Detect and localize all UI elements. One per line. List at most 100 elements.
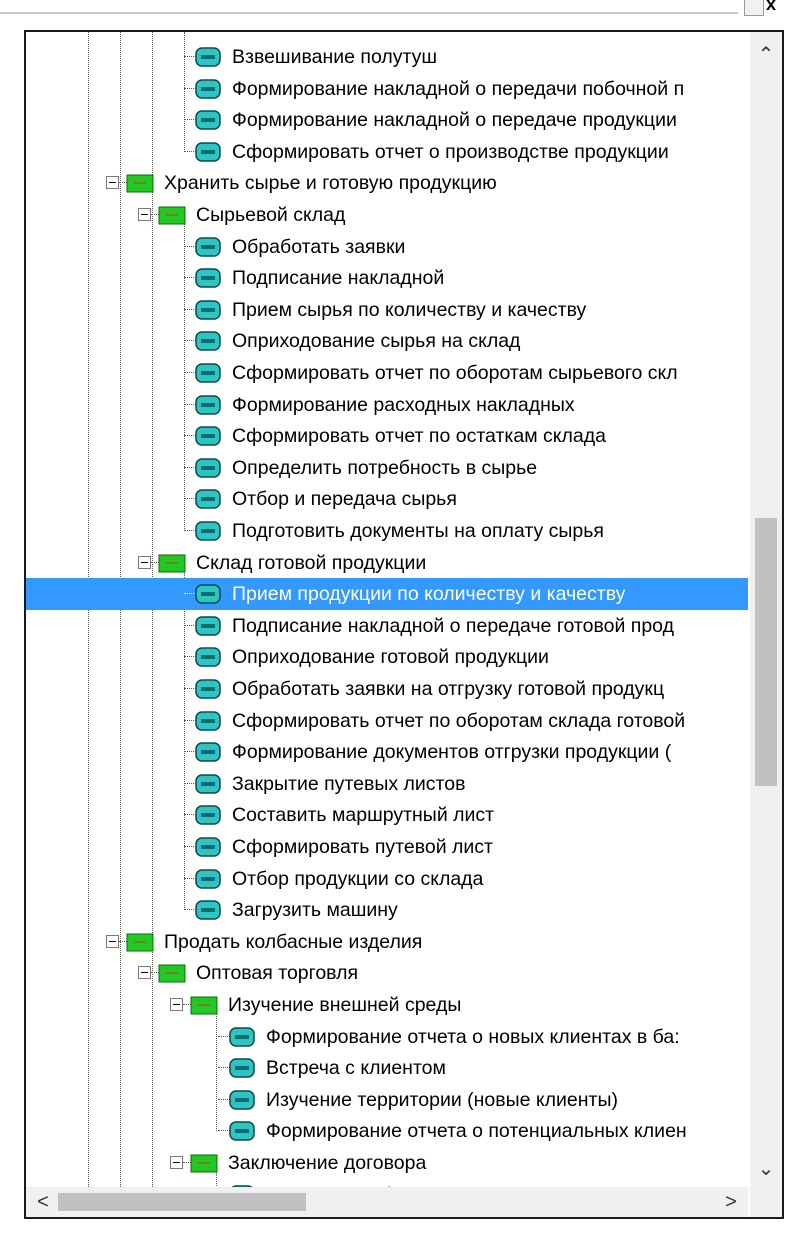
function-leaf-icon [195, 394, 221, 415]
tree-node-folder[interactable]: Изучение внешней среды [26, 989, 748, 1021]
tree-node-label: Сформировать отчет по оборотам склада го… [232, 709, 686, 732]
tree-node-folder[interactable]: Сырьевой склад [26, 199, 748, 231]
tree-node-folder[interactable]: Оптовая торговля [26, 957, 748, 989]
function-leaf-icon [195, 774, 221, 794]
tree-node-leaf[interactable]: Формирование накладной о передаче продук… [26, 104, 748, 136]
tree-node-label: Формирование документов отгрузки продукц… [232, 741, 672, 764]
tree-node-label: Обработать заявки на отгрузку готовой пр… [232, 678, 665, 700]
scroll-down-icon[interactable]: ⌄ [750, 1154, 782, 1184]
tree-node-label: Изучение внешней среды [228, 994, 462, 1016]
function-leaf-icon [195, 489, 221, 510]
collapse-toggle-icon[interactable] [106, 934, 119, 948]
function-leaf-icon [195, 236, 221, 257]
tree-node-label: Подписание накладной о передаче готовой … [232, 614, 674, 637]
tree-node-leaf[interactable]: Прием сырья по количеству и качеству [26, 294, 748, 326]
close-button[interactable]: x [766, 0, 786, 14]
function-leaf-icon [195, 331, 221, 352]
tree-node-leaf[interactable]: Сформировать отчет по оборотам сырьевого… [26, 357, 748, 389]
function-leaf-icon [229, 1026, 255, 1047]
tree-view[interactable]: Взвешивание полутуш Формирование накладно… [26, 32, 748, 1187]
horizontal-scroll-thumb[interactable] [58, 1193, 306, 1211]
tree-node-leaf[interactable]: Заполнение бланка договора и его подписа… [26, 1179, 748, 1187]
tree-node-leaf[interactable]: Подписание накладной [26, 262, 748, 294]
tree-node-leaf[interactable]: Сформировать отчет о производстве продук… [26, 136, 748, 168]
tree-node-leaf[interactable]: Сформировать отчет по оборотам склада го… [26, 705, 748, 737]
vertical-scroll-thumb[interactable] [755, 518, 777, 786]
function-leaf-icon [195, 710, 221, 731]
vertical-scrollbar[interactable]: ⌃ ⌄ [750, 32, 782, 1187]
process-folder-icon [190, 996, 218, 1015]
tree-node-label: Сформировать отчет о производстве продук… [232, 140, 669, 163]
function-leaf-icon [195, 458, 221, 478]
tree-node-folder[interactable]: Хранить сырье и готовую продукцию [26, 167, 748, 199]
tree-node-folder[interactable]: Склад готовой продукции [26, 547, 748, 579]
horizontal-scrollbar[interactable]: < > [26, 1187, 748, 1217]
tree-node-leaf[interactable]: Оприходование готовой продукции [26, 641, 748, 673]
scroll-left-icon[interactable]: < [28, 1187, 58, 1217]
collapse-toggle-icon[interactable] [138, 208, 151, 221]
collapse-toggle-icon[interactable] [138, 966, 151, 980]
dropdown-button[interactable] [744, 0, 764, 16]
collapse-toggle-icon[interactable] [106, 176, 119, 190]
tree-node-leaf[interactable]: Подписание накладной о передаче готовой … [26, 610, 748, 642]
tree-node-leaf[interactable]: Формирование расходных накладных [26, 389, 748, 421]
function-leaf-icon [195, 78, 221, 99]
tree-node-leaf[interactable]: Прием продукции по количеству и качеству [26, 578, 748, 611]
tree-node-leaf[interactable]: Формирование отчета о потенциальных клие… [26, 1115, 748, 1147]
tree-node-leaf[interactable]: Отбор продукции со склада [26, 863, 748, 895]
function-leaf-icon [195, 742, 221, 762]
function-leaf-icon [195, 868, 221, 889]
tree-node-label: Отбор продукции со склада [232, 867, 484, 890]
tree-node-leaf[interactable]: Обработать заявки на отгрузку готовой пр… [26, 673, 748, 705]
tree-node-leaf[interactable]: Формирование документов отгрузки продукц… [26, 736, 748, 768]
tree-node-label: Взвешивание полутуш [232, 46, 438, 68]
tree-node-label: Формирование накладной о передаче продук… [232, 109, 677, 132]
tree-node-leaf[interactable]: Сформировать отчет по остаткам склада [26, 420, 748, 452]
process-folder-icon [126, 174, 154, 193]
function-leaf-icon [195, 584, 221, 604]
process-folder-icon [190, 1154, 218, 1173]
tree-node-label: Закрытие путевых листов [232, 772, 466, 795]
tree-node-leaf[interactable]: Подготовить документы на оплату сырья [26, 515, 748, 547]
tree-node-folder[interactable]: Продать колбасные изделия [26, 926, 748, 958]
collapse-toggle-icon[interactable] [170, 998, 183, 1011]
function-leaf-icon [229, 1058, 255, 1078]
tree-node-leaf[interactable]: Формирование накладной о передачи побочн… [26, 73, 748, 105]
function-leaf-icon [195, 363, 221, 383]
process-folder-icon [158, 554, 186, 573]
collapse-toggle-icon[interactable] [138, 555, 151, 569]
collapse-toggle-icon[interactable] [170, 1156, 183, 1169]
scroll-up-icon[interactable]: ⌃ [750, 40, 782, 70]
tree-node-leaf[interactable]: Отбор и передача сырья [26, 483, 748, 515]
tree-node-leaf[interactable]: Взвешивание полутуш [26, 41, 748, 73]
tree-node-leaf[interactable]: Определить потребность в сырье [26, 452, 748, 484]
tree-node-label: Определить потребность в сырье [232, 456, 538, 479]
tree-node-leaf[interactable]: Составить маршрутный лист [26, 799, 748, 831]
tree-node-leaf[interactable]: Загрузить машину [26, 894, 748, 926]
tree-node-leaf[interactable]: Формирование отчета о новых клиентах в б… [26, 1021, 748, 1053]
tree-node-leaf[interactable]: Закрытие путевых листов [26, 768, 748, 800]
function-leaf-icon [195, 900, 221, 920]
top-input-field[interactable] [0, 6, 738, 14]
tree-node-folder[interactable]: Заключение договора [26, 1147, 748, 1179]
function-leaf-icon [195, 647, 221, 668]
scrollbar-corner [750, 1187, 782, 1217]
tree-node-leaf[interactable]: Оприходование сырья на склад [26, 325, 748, 357]
tree-node-label: Формирование накладной о передачи побочн… [232, 77, 685, 100]
function-leaf-icon [195, 268, 221, 288]
tree-node-leaf[interactable]: Встреча с клиентом [26, 1052, 748, 1084]
tree-node-label: Оприходование готовой продукции [232, 646, 549, 669]
scroll-right-icon[interactable]: > [716, 1187, 746, 1217]
process-folder-icon [158, 206, 186, 225]
tree-node-label: Составить маршрутный лист [232, 804, 495, 827]
tree-node-leaf[interactable]: Сформировать путевой лист [26, 831, 748, 863]
tree-node-label: Продать колбасные изделия [164, 930, 423, 953]
function-leaf-icon [195, 300, 221, 320]
tree-node-leaf[interactable]: Изучение территории (новые клиенты) [26, 1084, 748, 1116]
tree-node-label: Склад готовой продукции [196, 551, 427, 574]
tree-node-label: Хранить сырье и готовую продукцию [164, 172, 497, 195]
tree-node-leaf[interactable]: Обработать заявки [26, 231, 748, 263]
function-leaf-icon [195, 426, 221, 446]
tree-node-label: Сформировать отчет по остаткам склада [232, 425, 606, 448]
function-leaf-icon [195, 110, 221, 130]
